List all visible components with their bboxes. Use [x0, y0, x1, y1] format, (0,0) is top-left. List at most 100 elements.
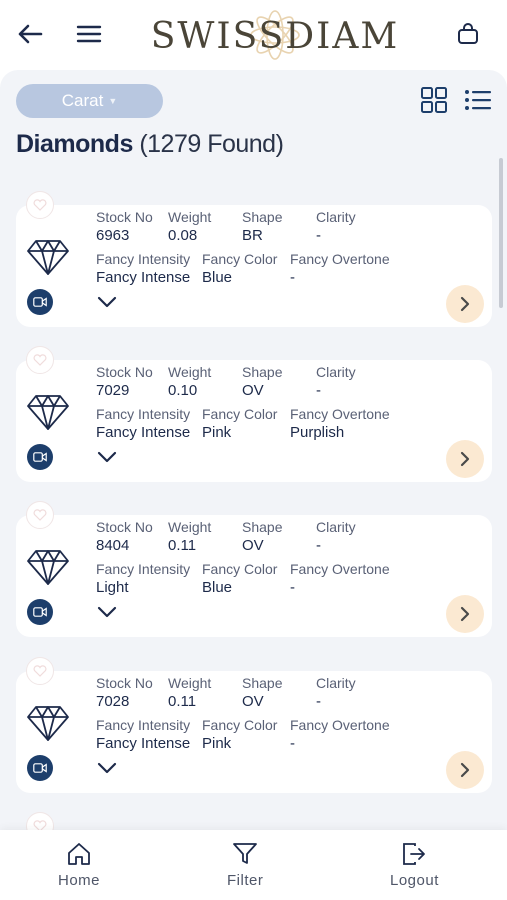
chevron-down-icon[interactable]: [96, 450, 118, 466]
brand-logo[interactable]: SWISSDIAM: [150, 8, 400, 64]
fancy-color-value: Pink: [202, 735, 232, 752]
carat-filter-label: Carat: [61, 91, 104, 110]
fancy-color-label: Fancy Color: [202, 717, 278, 733]
back-arrow-icon[interactable]: [16, 20, 44, 48]
fancy-overtone-label: Fancy Overtone: [290, 406, 390, 422]
nav-filter-label: Filter: [227, 872, 264, 889]
heart-icon[interactable]: [26, 812, 54, 830]
fancy-intensity-label: Fancy Intensity: [96, 717, 191, 733]
grid-view-icon[interactable]: [420, 86, 448, 114]
page-title-text: Diamonds: [16, 130, 133, 158]
fancy-overtone-value: -: [290, 579, 295, 596]
diamond-card[interactable]: Stock No Weight Shape Clarity 7029 0.10 …: [16, 346, 492, 482]
fancy-overtone-value: -: [290, 269, 295, 286]
clarity-label: Clarity: [316, 519, 356, 535]
heart-icon[interactable]: [26, 191, 54, 219]
diamond-card[interactable]: Stock No Weight Shape Clarity 6963 0.08 …: [16, 191, 492, 327]
chevron-right-icon: [460, 762, 470, 778]
weight-label: Weight: [168, 364, 212, 380]
shape-label: Shape: [242, 209, 283, 225]
weight-value: 0.08: [168, 227, 198, 244]
weight-label: Weight: [168, 675, 212, 691]
fancy-color-label: Fancy Color: [202, 561, 278, 577]
video-icon[interactable]: [27, 755, 53, 781]
weight-value: 0.11: [168, 693, 197, 710]
chevron-right-icon: [460, 606, 470, 622]
list-view-icon[interactable]: [464, 88, 492, 112]
diamond-card[interactable]: Stock No Weight Shape Clarity 7028 0.11 …: [16, 657, 492, 793]
view-details-button[interactable]: [446, 440, 484, 478]
video-icon[interactable]: [27, 289, 53, 315]
results-count: (1279 Found): [139, 130, 284, 158]
shape-label: Shape: [242, 675, 283, 691]
diamond-icon: [26, 237, 70, 277]
weight-value: 0.11: [168, 537, 197, 554]
fancy-overtone-label: Fancy Overtone: [290, 561, 390, 577]
stock-no-label: Stock No: [96, 519, 153, 535]
page-title: Diamonds (1279 Found): [16, 130, 284, 159]
nav-logout[interactable]: Logout: [390, 842, 439, 889]
view-details-button[interactable]: [446, 285, 484, 323]
nav-logout-label: Logout: [390, 872, 439, 889]
logout-icon: [403, 843, 426, 865]
results-panel: Carat ▼ Diamonds (1279 Found) Stock No W…: [0, 70, 507, 830]
chevron-right-icon: [460, 451, 470, 467]
fancy-overtone-label: Fancy Overtone: [290, 251, 390, 267]
fancy-overtone-label: Fancy Overtone: [290, 717, 390, 733]
bottom-navigation: Home Filter Logout: [0, 830, 507, 900]
menu-icon[interactable]: [75, 20, 103, 48]
fancy-color-value: Blue: [202, 579, 233, 596]
fancy-intensity-label: Fancy Intensity: [96, 251, 191, 267]
clarity-value: -: [316, 227, 321, 244]
nav-filter[interactable]: Filter: [227, 842, 263, 889]
clarity-label: Clarity: [316, 364, 356, 380]
chevron-down-icon[interactable]: [96, 295, 118, 311]
shape-value: BR: [242, 227, 263, 244]
chevron-down-icon[interactable]: [96, 605, 118, 621]
diamond-card[interactable]: Stock No Weight Shape Clarity 8404 0.11 …: [16, 501, 492, 637]
stock-no-value: 7028: [96, 693, 130, 710]
fancy-intensity-value: Fancy Intense: [96, 424, 191, 441]
stock-no-value: 8404: [96, 537, 130, 554]
video-icon[interactable]: [27, 599, 53, 625]
carat-filter-pill[interactable]: Carat ▼: [16, 84, 163, 118]
stock-no-label: Stock No: [96, 675, 153, 691]
clarity-label: Clarity: [316, 209, 356, 225]
diamond-icon: [26, 392, 70, 432]
weight-value: 0.10: [168, 382, 198, 399]
weight-label: Weight: [168, 519, 212, 535]
filter-icon: [233, 843, 258, 864]
clarity-label: Clarity: [316, 675, 356, 691]
shape-value: OV: [242, 537, 264, 554]
clarity-value: -: [316, 382, 321, 399]
heart-icon[interactable]: [26, 346, 54, 374]
fancy-overtone-value: Purplish: [290, 424, 345, 441]
fancy-intensity-label: Fancy Intensity: [96, 561, 191, 577]
stock-no-label: Stock No: [96, 209, 153, 225]
heart-icon[interactable]: [26, 501, 54, 529]
view-details-button[interactable]: [446, 751, 484, 789]
fancy-overtone-value: -: [290, 735, 295, 752]
fancy-color-label: Fancy Color: [202, 406, 278, 422]
heart-icon[interactable]: [26, 657, 54, 685]
nav-home[interactable]: Home: [58, 842, 100, 889]
fancy-intensity-value: Fancy Intense: [96, 269, 191, 286]
home-icon: [68, 843, 90, 865]
shopping-bag-icon[interactable]: [454, 20, 482, 48]
fancy-intensity-label: Fancy Intensity: [96, 406, 191, 422]
fancy-intensity-value: Light: [96, 579, 129, 596]
weight-label: Weight: [168, 209, 212, 225]
chevron-down-icon[interactable]: [96, 761, 118, 777]
scrollbar[interactable]: [499, 158, 503, 308]
shape-value: OV: [242, 382, 264, 399]
chevron-right-icon: [460, 296, 470, 312]
chevron-down-icon: ▼: [108, 96, 118, 106]
video-icon[interactable]: [27, 444, 53, 470]
stock-no-label: Stock No: [96, 364, 153, 380]
diamond-icon: [26, 547, 70, 587]
shape-value: OV: [242, 693, 264, 710]
clarity-value: -: [316, 537, 321, 554]
stock-no-value: 7029: [96, 382, 130, 399]
app-header: SWISSDIAM: [0, 0, 507, 70]
view-details-button[interactable]: [446, 595, 484, 633]
